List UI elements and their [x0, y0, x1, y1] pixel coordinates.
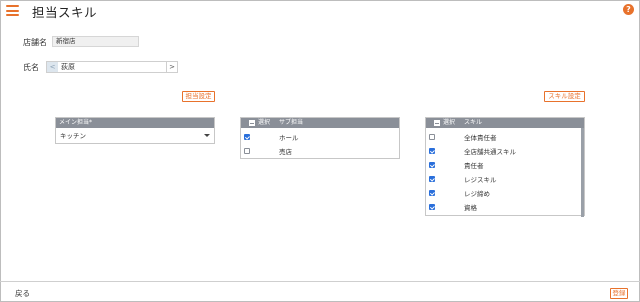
sub-assign-panel: 選択 サブ担当 ホール 売店: [240, 117, 400, 159]
deselect-all-icon[interactable]: [249, 120, 255, 126]
list-item-label: 資格: [464, 204, 477, 212]
list-item-label: 全店舗共通スキル: [464, 148, 516, 156]
list-item[interactable]: ホール: [241, 131, 399, 145]
sub-assign-header: 選択 サブ担当: [241, 118, 399, 128]
list-item[interactable]: 全店舗共通スキル: [426, 145, 584, 159]
list-item-label: 全体責任者: [464, 134, 497, 142]
back-link[interactable]: 戻る: [15, 288, 30, 299]
checkbox[interactable]: [429, 148, 435, 154]
list-item[interactable]: 全体責任者: [426, 131, 584, 145]
checkbox[interactable]: [429, 190, 435, 196]
skill-settings-button[interactable]: スキル設定: [544, 91, 585, 102]
checkbox[interactable]: [429, 162, 435, 168]
list-item[interactable]: 責任者: [426, 159, 584, 173]
list-item[interactable]: レジ締め: [426, 187, 584, 201]
deselect-all-icon[interactable]: [434, 120, 440, 126]
checkbox[interactable]: [429, 204, 435, 210]
footer-divider: [0, 281, 640, 282]
list-item-label: レジ締め: [464, 190, 490, 198]
next-person-button[interactable]: >: [166, 62, 177, 72]
checkbox[interactable]: [244, 134, 250, 140]
list-item[interactable]: 売店: [241, 145, 399, 159]
store-label: 店舗名: [23, 38, 47, 47]
list-item[interactable]: 資格: [426, 201, 584, 215]
prev-person-button[interactable]: <: [47, 62, 58, 72]
checkbox[interactable]: [244, 148, 250, 154]
main-assign-select[interactable]: キッチン: [58, 131, 213, 141]
skill-col-select: 選択: [443, 119, 456, 126]
person-name: 荻原: [61, 63, 75, 71]
person-label: 氏名: [23, 63, 39, 72]
help-icon[interactable]: ?: [623, 4, 634, 15]
page-title: 担当スキル: [32, 5, 98, 20]
list-item-label: ホール: [279, 134, 299, 142]
chevron-down-icon[interactable]: [204, 134, 210, 137]
sub-col-select: 選択: [258, 119, 271, 126]
person-selector: < 荻原 >: [46, 61, 178, 73]
header: 担当スキル ?: [0, 0, 640, 20]
skill-col-name: スキル: [464, 119, 483, 126]
list-item-label: 売店: [279, 148, 292, 156]
sub-col-name: サブ担当: [279, 119, 304, 126]
store-value: 新宿店: [52, 36, 139, 47]
checkbox[interactable]: [429, 176, 435, 182]
scrollbar[interactable]: [581, 128, 584, 217]
register-button[interactable]: 登録: [610, 288, 628, 299]
checkbox[interactable]: [429, 134, 435, 140]
skill-header: 選択 スキル: [426, 118, 584, 128]
main-assign-header: メイン担当*: [56, 118, 214, 128]
skill-panel: 選択 スキル 全体責任者 全店舗共通スキル 責任者 レジスキル レジ締め 資格: [425, 117, 585, 217]
list-item[interactable]: レジスキル: [426, 173, 584, 187]
list-item-label: 責任者: [464, 162, 484, 170]
assign-settings-button[interactable]: 担当設定: [182, 91, 215, 102]
main-assign-panel: メイン担当* キッチン: [55, 117, 215, 144]
menu-icon[interactable]: [6, 5, 19, 16]
list-item-label: レジスキル: [464, 176, 497, 184]
